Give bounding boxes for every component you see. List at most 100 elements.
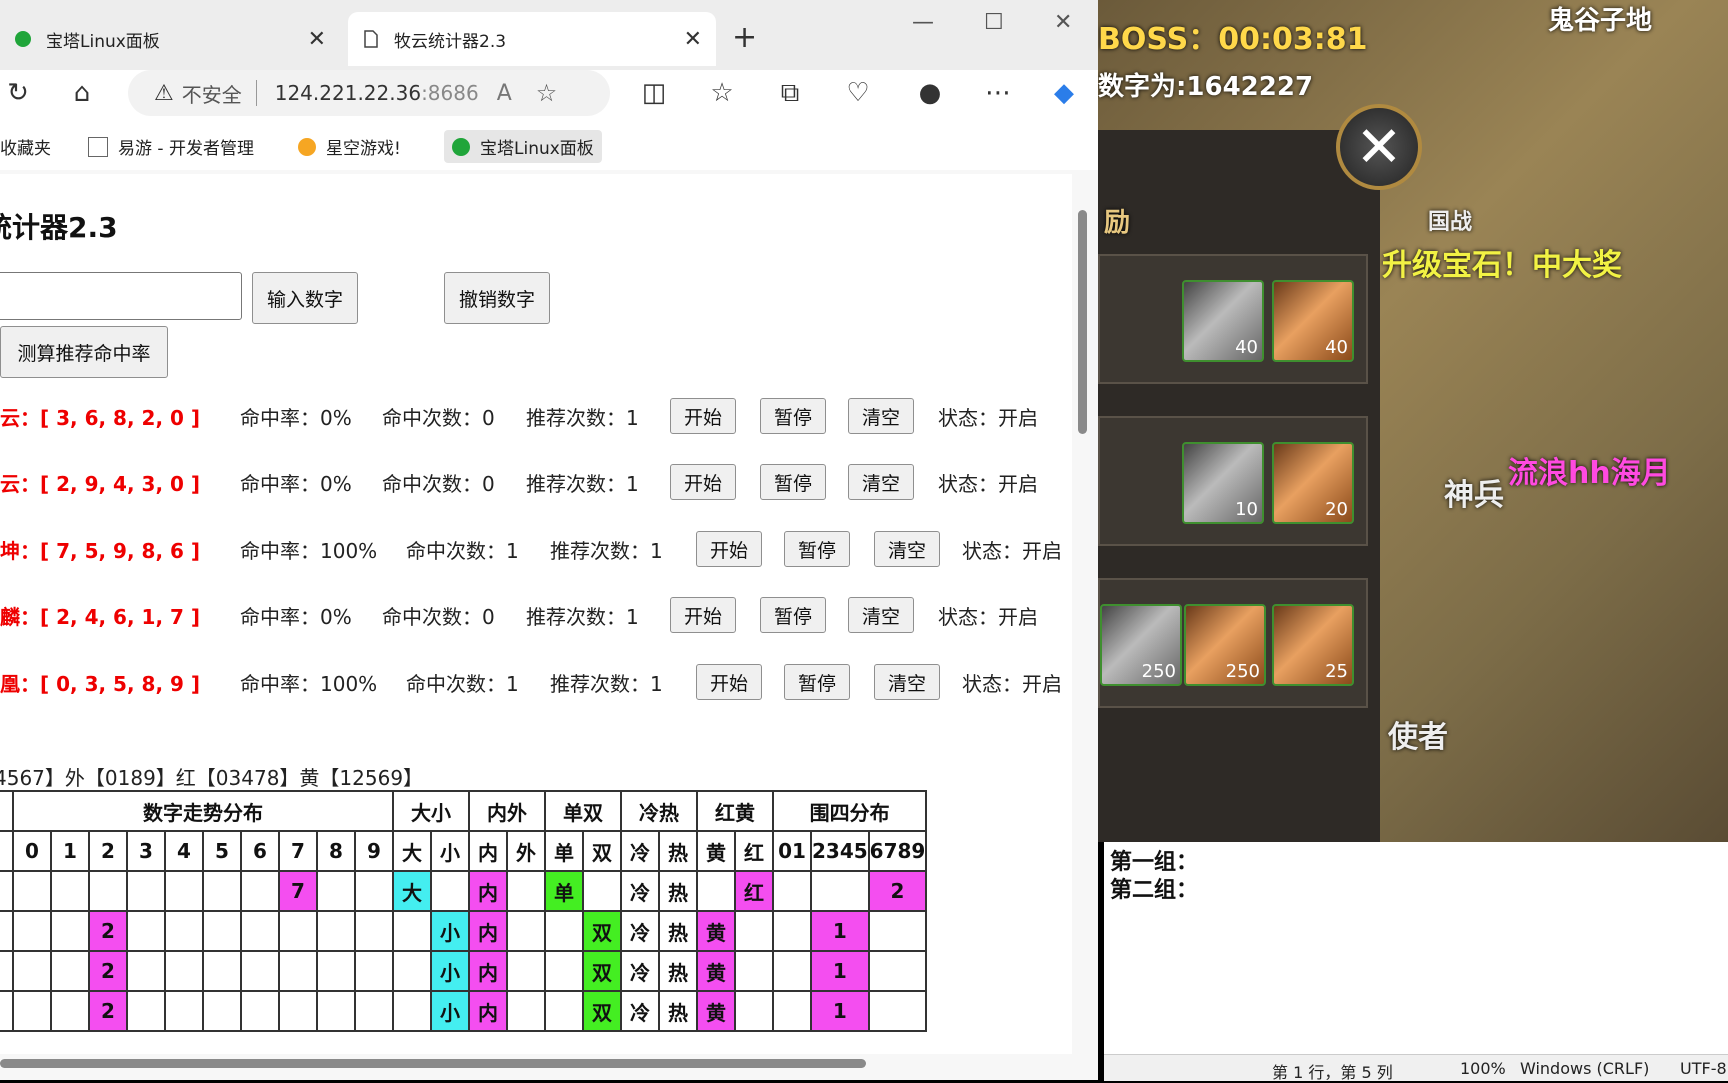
column-header: 4 bbox=[164, 830, 204, 872]
recommend-count: 推荐次数：1 bbox=[526, 605, 639, 629]
strategy-label: 凤凰：[ 0, 3, 5, 8, 9 ] bbox=[0, 672, 201, 696]
minimize-icon[interactable]: — bbox=[912, 10, 934, 35]
collections-icon[interactable]: ⧉ bbox=[772, 78, 808, 109]
vertical-scrollbar[interactable] bbox=[1074, 184, 1090, 1044]
baota-icon bbox=[15, 31, 31, 47]
favorites-icon[interactable]: ☆ bbox=[704, 78, 740, 108]
gold-bar-item[interactable]: 250 bbox=[1184, 604, 1266, 686]
clear-button[interactable]: 清空 bbox=[848, 597, 914, 633]
bookmark-baota[interactable]: 宝塔Linux面板 bbox=[444, 130, 602, 163]
table-cell bbox=[506, 910, 546, 952]
column-header: 热 bbox=[658, 830, 698, 872]
pause-button[interactable]: 暂停 bbox=[760, 464, 826, 500]
page-content: 统计器2.3 输入数字 撤销数字 测算推荐命中率 牧云：[ 3, 6, 8, 2… bbox=[0, 174, 1072, 1054]
window-close-icon[interactable]: ✕ bbox=[1054, 10, 1072, 35]
start-button[interactable]: 开始 bbox=[696, 531, 762, 567]
performance-icon[interactable]: ♡ bbox=[840, 78, 876, 108]
maximize-icon[interactable]: ☐ bbox=[984, 10, 1004, 35]
table-cell bbox=[126, 990, 166, 1032]
silver-ingot-item[interactable]: 10 bbox=[1182, 442, 1264, 524]
scroll-thumb[interactable] bbox=[0, 1059, 866, 1068]
bookmark-yiyou[interactable]: 易游 - 开发者管理 bbox=[88, 134, 254, 159]
recommend-count: 推荐次数：1 bbox=[526, 472, 639, 496]
undo-number-button[interactable]: 撤销数字 bbox=[444, 272, 550, 324]
warning-icon[interactable]: ⚠ bbox=[154, 81, 174, 106]
status-text: 状态：开启 bbox=[938, 605, 1038, 629]
tab-bar: 宝塔Linux面板 ✕ 牧云统计器2.3 ✕ + — ☐ ✕ bbox=[0, 0, 1098, 76]
close-tab-icon[interactable]: ✕ bbox=[684, 27, 702, 52]
table-cell bbox=[126, 950, 166, 992]
tab-label: 牧云统计器2.3 bbox=[394, 31, 507, 52]
column-header: 5 bbox=[202, 830, 242, 872]
split-screen-icon[interactable]: ◫ bbox=[636, 78, 672, 108]
zoom-level: 100% bbox=[1460, 1059, 1506, 1078]
home-icon[interactable]: ⌂ bbox=[64, 78, 100, 108]
favorite-star-icon[interactable]: ☆ bbox=[536, 79, 558, 107]
start-button[interactable]: 开始 bbox=[670, 398, 736, 434]
table-cell bbox=[544, 990, 584, 1032]
clear-button[interactable]: 清空 bbox=[874, 664, 940, 700]
table-cell bbox=[12, 950, 52, 992]
copilot-icon[interactable]: ◆ bbox=[1046, 78, 1082, 108]
table-cell bbox=[734, 910, 774, 952]
table-cell: 双 bbox=[582, 910, 622, 952]
close-tab-icon[interactable]: ✕ bbox=[308, 27, 326, 52]
more-icon[interactable]: ⋯ bbox=[980, 78, 1016, 108]
bookmark-icon bbox=[88, 136, 108, 157]
column-header: 2 bbox=[88, 830, 128, 872]
gold-bar-item[interactable]: 25 bbox=[1272, 604, 1354, 686]
tab-muyun[interactable]: 牧云统计器2.3 ✕ bbox=[348, 12, 716, 66]
start-button[interactable]: 开始 bbox=[696, 664, 762, 700]
pause-button[interactable]: 暂停 bbox=[784, 531, 850, 567]
horizontal-scrollbar[interactable] bbox=[0, 1056, 1072, 1070]
calc-hit-rate-button[interactable]: 测算推荐命中率 bbox=[0, 326, 168, 378]
strategy-label: 牧云：[ 2, 9, 4, 3, 0 ] bbox=[0, 472, 201, 496]
silver-ingot-item[interactable]: 250 bbox=[1100, 604, 1182, 686]
status-text: 状态：开启 bbox=[962, 539, 1062, 563]
gold-bar-item[interactable]: 40 bbox=[1272, 280, 1354, 362]
notepad-line: 第二组： bbox=[1110, 877, 1199, 903]
group-header: 单双 bbox=[544, 790, 622, 832]
pause-button[interactable]: 暂停 bbox=[784, 664, 850, 700]
silver-ingot-item[interactable]: 40 bbox=[1182, 280, 1264, 362]
period-cell bbox=[0, 870, 14, 912]
clear-button[interactable]: 清空 bbox=[848, 464, 914, 500]
overlay-text: 国战 bbox=[1428, 210, 1473, 235]
column-header: 9 bbox=[354, 830, 394, 872]
refresh-icon[interactable]: ↻ bbox=[0, 78, 36, 108]
input-number-button[interactable]: 输入数字 bbox=[252, 272, 358, 324]
table-cell bbox=[506, 990, 546, 1032]
number-input[interactable] bbox=[0, 272, 242, 320]
bookmark-favorites[interactable]: 收藏夹 bbox=[0, 134, 51, 159]
tab-baota[interactable]: 宝塔Linux面板 ✕ bbox=[0, 12, 340, 66]
table-cell bbox=[12, 990, 52, 1032]
profile-avatar[interactable]: ● bbox=[912, 78, 948, 108]
table-cell bbox=[734, 990, 774, 1032]
pause-button[interactable]: 暂停 bbox=[760, 597, 826, 633]
bookmark-xingkong[interactable]: 星空游戏! bbox=[298, 134, 401, 159]
clear-button[interactable]: 清空 bbox=[848, 398, 914, 434]
hit-count: 命中次数：1 bbox=[406, 672, 519, 696]
game-window: BOSS：00:03:81 数字为:1642227 鬼谷子地 国战 升级宝石！中… bbox=[1098, 0, 1728, 842]
read-aloud-icon[interactable]: A bbox=[497, 81, 512, 106]
new-tab-icon[interactable]: + bbox=[732, 20, 757, 55]
table-cell bbox=[430, 870, 470, 912]
close-reward-icon[interactable]: ✕ bbox=[1336, 104, 1422, 190]
overlay-text: 使者 bbox=[1388, 720, 1448, 755]
table-cell bbox=[772, 950, 812, 992]
notepad-editor[interactable]: 第一组： 第二组： bbox=[1104, 842, 1728, 1054]
pause-button[interactable]: 暂停 bbox=[760, 398, 826, 434]
start-button[interactable]: 开始 bbox=[670, 597, 736, 633]
table-cell: 1 bbox=[810, 910, 870, 952]
overlay-text: 升级宝石！中大奖 bbox=[1382, 248, 1622, 283]
scroll-thumb[interactable] bbox=[1078, 210, 1087, 434]
address-bar[interactable]: ⚠ 不安全 124.221.22.36 :8686 A ☆ bbox=[128, 70, 610, 116]
start-button[interactable]: 开始 bbox=[670, 464, 736, 500]
table-cell bbox=[392, 910, 432, 952]
column-header: 01 bbox=[772, 830, 812, 872]
clear-button[interactable]: 清空 bbox=[874, 531, 940, 567]
table-cell bbox=[164, 950, 204, 992]
table-cell: 双 bbox=[582, 990, 622, 1032]
table-cell: 黄 bbox=[696, 990, 736, 1032]
gold-bar-item[interactable]: 20 bbox=[1272, 442, 1354, 524]
